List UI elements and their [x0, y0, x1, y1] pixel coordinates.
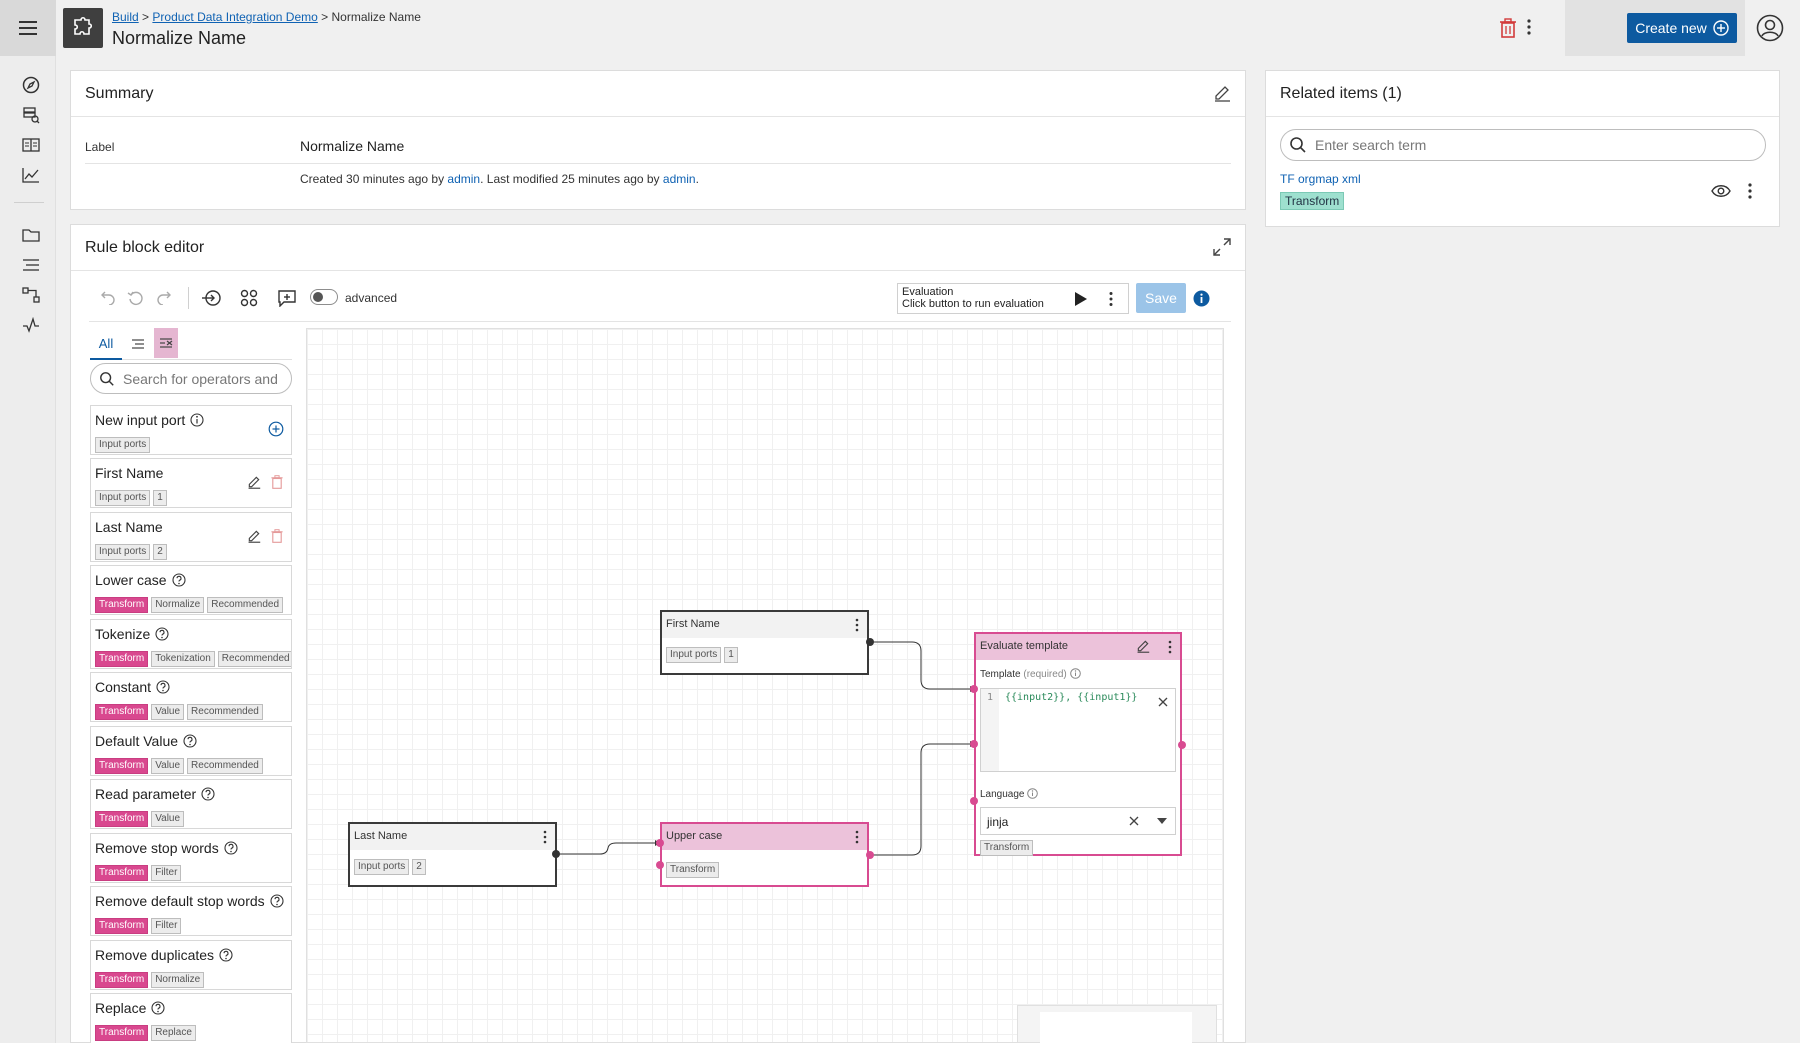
output-port[interactable]	[1178, 741, 1186, 749]
input-port[interactable]	[970, 740, 978, 748]
line-number: 1	[981, 689, 999, 771]
node-title: First Name	[662, 612, 867, 638]
info-icon	[1069, 668, 1081, 679]
tag: 1	[724, 647, 738, 663]
node-last-name[interactable]: Last Name Input ports 2	[348, 822, 557, 887]
node-tags: Input ports 1	[662, 638, 867, 669]
more-vertical-icon	[855, 618, 859, 632]
tag: Transform	[980, 840, 1034, 856]
clear-icon	[1158, 697, 1168, 707]
node-tags: Transform	[662, 850, 867, 887]
tag: Input ports	[666, 647, 722, 663]
tag: Transform	[666, 862, 720, 878]
more-vertical-icon	[543, 830, 547, 844]
node-tags: Input ports 2	[350, 850, 555, 881]
minimap-viewport	[1040, 1012, 1192, 1043]
language-label-text: Language	[980, 789, 1025, 800]
info-icon	[1027, 788, 1039, 799]
node-title-text: Last Name	[354, 830, 408, 842]
input-port[interactable]	[970, 685, 978, 693]
tag: 2	[412, 859, 426, 875]
canvas-minimap[interactable]	[1017, 1005, 1217, 1043]
node-title: Last Name	[350, 824, 555, 850]
language-label: Language	[980, 788, 1039, 800]
node-tags: Transform	[980, 837, 1036, 856]
required-text: (required)	[1023, 669, 1067, 680]
language-value: jinja	[987, 815, 1009, 829]
output-port[interactable]	[552, 850, 560, 858]
more-vertical-icon	[855, 830, 859, 844]
tag: Input ports	[354, 859, 410, 875]
input-port[interactable]	[656, 861, 664, 869]
more-vertical-icon	[1168, 640, 1172, 654]
template-label-text: Template	[980, 669, 1021, 680]
chevron-down-icon	[1157, 818, 1167, 824]
input-port[interactable]	[656, 839, 664, 847]
node-upper-case[interactable]: Upper case Transform	[660, 822, 869, 887]
node-title-text: First Name	[666, 618, 720, 630]
template-editor[interactable]: 1 {{input2}}, {{input1}}	[980, 688, 1176, 772]
node-title-text: Evaluate template	[980, 640, 1069, 652]
template-code: {{input2}}, {{input1}}	[1005, 692, 1138, 703]
node-title: Evaluate template	[976, 634, 1180, 660]
node-evaluate-template[interactable]: Evaluate template Template (required) 1 …	[974, 632, 1182, 856]
template-label: Template (required)	[980, 668, 1081, 680]
pencil-icon	[1137, 640, 1150, 653]
node-first-name[interactable]: First Name Input ports 1	[660, 610, 869, 675]
node-title-text: Upper case	[666, 830, 723, 842]
node-title: Upper case	[662, 824, 867, 850]
clear-icon	[1129, 816, 1139, 826]
language-select[interactable]: jinja	[980, 807, 1176, 835]
input-port[interactable]	[970, 797, 978, 805]
output-port[interactable]	[866, 638, 874, 646]
output-port[interactable]	[866, 851, 874, 859]
connection-edges	[556, 641, 975, 856]
